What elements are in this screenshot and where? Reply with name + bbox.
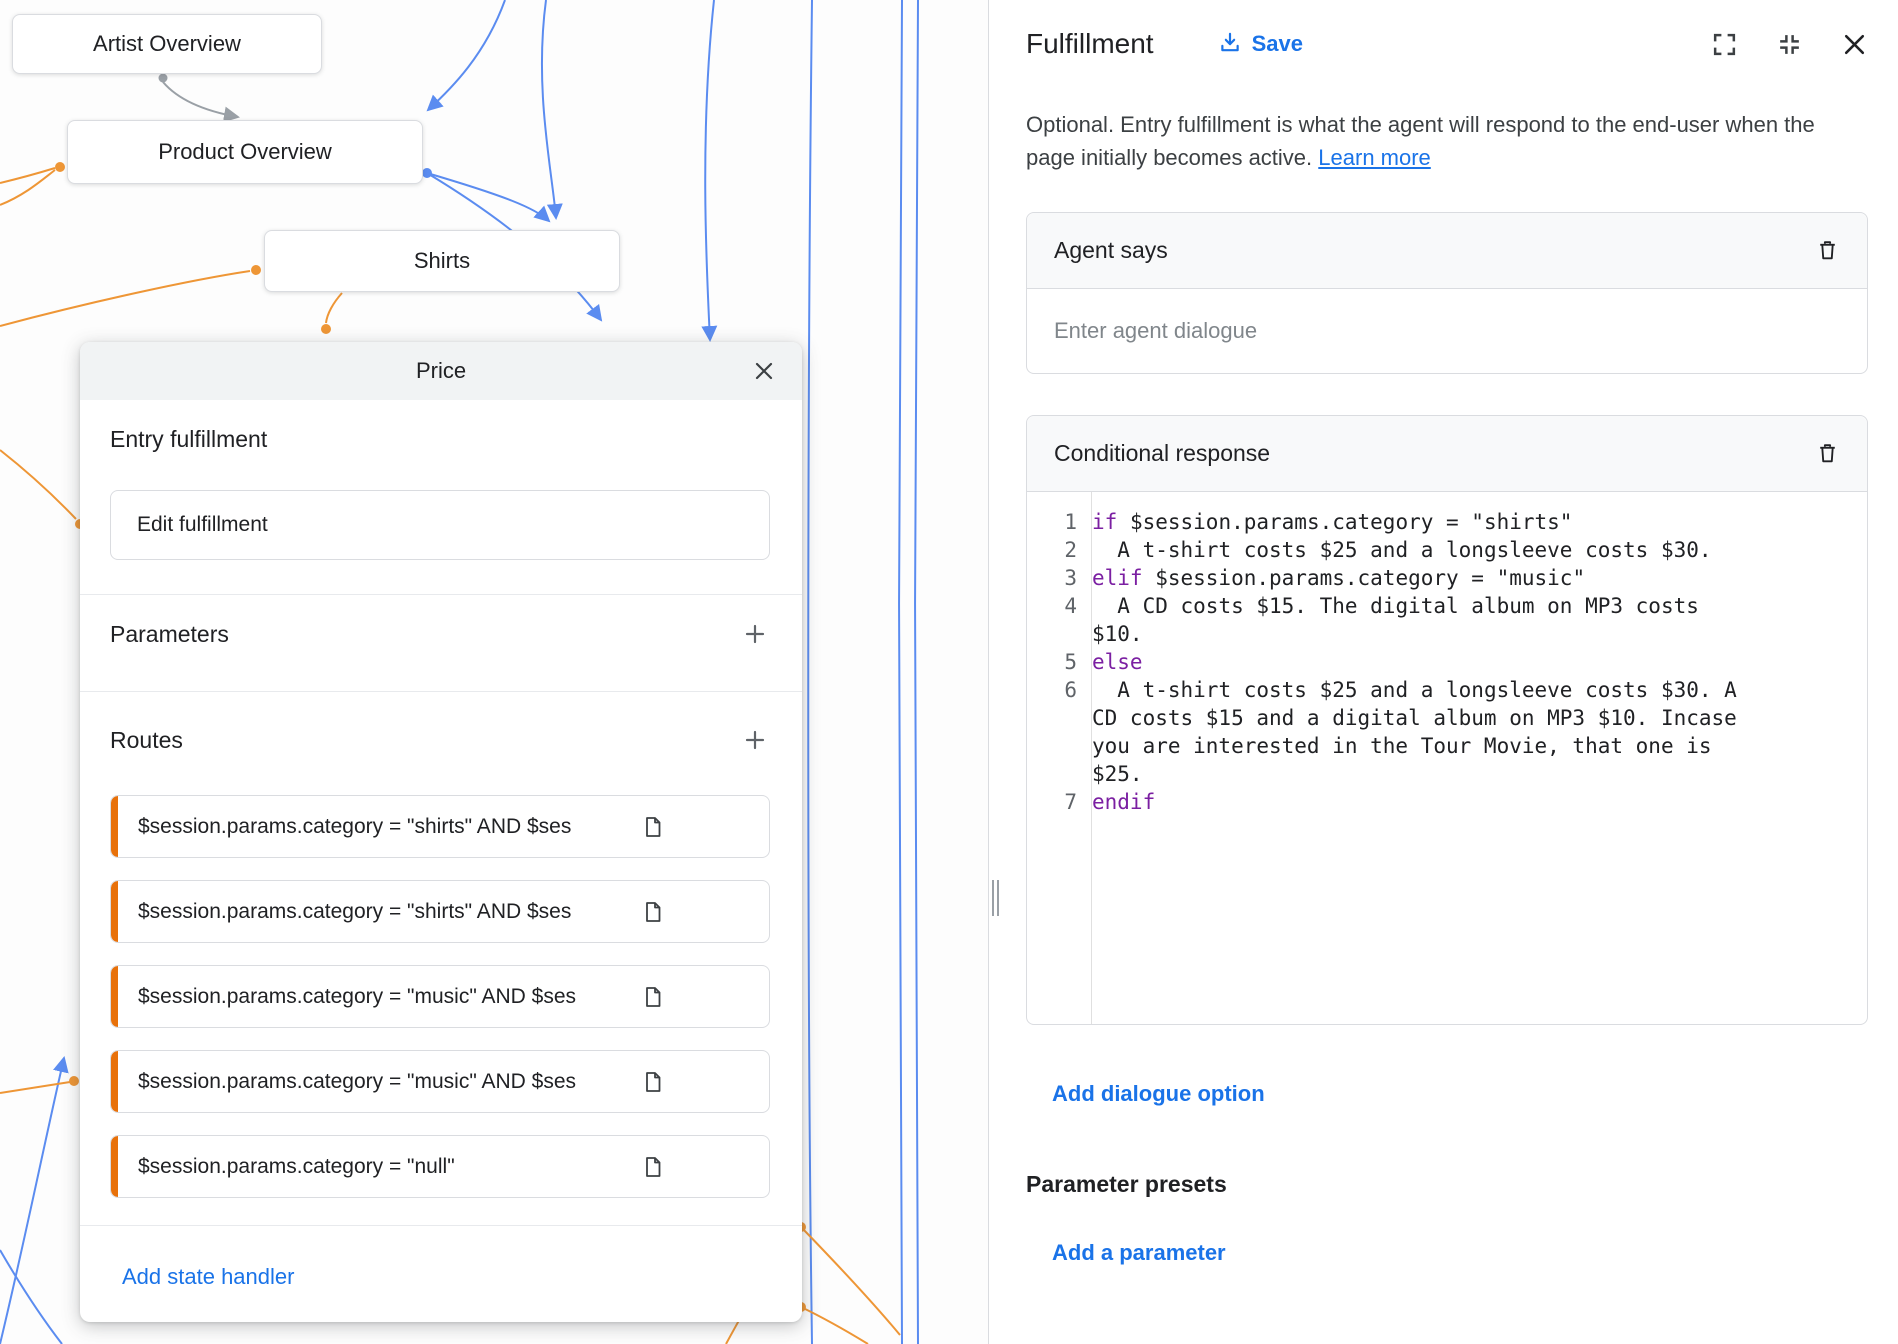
panel-splitter[interactable] [988,0,1002,1344]
add-a-parameter-button[interactable]: Add a parameter [1052,1240,1226,1266]
code-line[interactable]: 1 if $session.params.category = "shirts" [1027,508,1867,536]
flow-canvas[interactable]: Artist Overview Product Overview Shirts … [0,0,988,1344]
agent-says-header: Agent says [1027,213,1867,289]
route-condition: $session.params.category = "null" [138,1155,643,1179]
code-line-text: A CD costs $15. The digital album on MP3… [1092,592,1756,648]
route-list: $session.params.category = "shirts" AND … [110,795,770,1220]
flow-node-artist-overview[interactable]: Artist Overview [12,14,322,74]
flow-node-label: Product Overview [158,139,332,165]
add-parameter-plus-icon[interactable] [742,621,768,647]
code-line-text: elif $session.params.category = "music" [1092,564,1756,592]
parameter-presets-heading: Parameter presets [1026,1171,1868,1198]
add-route-plus-icon[interactable] [742,727,768,753]
route-accent-bar [111,966,118,1027]
agent-says-title: Agent says [1054,237,1168,264]
fulfillment-panel-header: Fulfillment Save [1026,28,1868,60]
route-accent-bar [111,796,118,857]
agent-says-body [1027,289,1867,373]
code-line-number: 7 [1027,788,1077,816]
route-condition: $session.params.category = "music" AND $… [138,985,643,1009]
flow-node-label: Artist Overview [93,31,241,57]
code-line-number: 4 [1027,592,1077,648]
code-line[interactable]: 5 else [1027,648,1867,676]
price-page-card: Price Entry fulfillment Edit fulfillment… [80,342,802,1322]
route-condition: $session.params.category = "shirts" AND … [138,900,643,924]
route-row[interactable]: $session.params.category = "music" AND $… [110,965,770,1028]
route-row[interactable]: $session.params.category = "null" [110,1135,770,1198]
learn-more-link[interactable]: Learn more [1318,145,1431,170]
flow-node-label: Shirts [414,248,470,274]
route-page-icon[interactable] [643,986,663,1008]
expand-fullscreen-icon[interactable] [1711,31,1738,58]
code-line[interactable]: 7 endif [1027,788,1867,816]
add-state-handler-button[interactable]: Add state handler [122,1264,294,1290]
flow-node-shirts[interactable]: Shirts [264,230,620,292]
route-condition: $session.params.category = "shirts" AND … [138,815,643,839]
code-line-text: endif [1092,788,1756,816]
conditional-response-card: Conditional response 1 if $session.params… [1026,415,1868,1025]
save-button[interactable]: Save [1218,30,1303,59]
route-condition: $session.params.category = "music" AND $… [138,1070,643,1094]
route-accent-bar [111,881,118,942]
divider [80,1225,802,1226]
route-page-icon[interactable] [643,1156,663,1178]
route-accent-bar [111,1136,118,1197]
code-line-number: 2 [1027,536,1077,564]
code-editor[interactable]: 1if $session.params.category = "shirts"2… [1027,492,1867,1024]
conditional-response-header: Conditional response [1027,416,1867,492]
divider [80,691,802,692]
close-panel-icon[interactable] [1841,31,1868,58]
code-line-number: 5 [1027,648,1077,676]
code-line[interactable]: 2 A t-shirt costs $25 and a longsleeve c… [1027,536,1867,564]
delete-conditional-response-icon[interactable] [1815,441,1840,466]
code-line[interactable]: 6 A t-shirt costs $25 and a longsleeve c… [1027,676,1867,788]
dialogflow-page-editor: Artist Overview Product Overview Shirts … [0,0,1898,1344]
edit-fulfillment-button[interactable]: Edit fulfillment [110,490,770,560]
price-card-header: Price [80,342,802,400]
code-line[interactable]: 4 A CD costs $15. The digital album on M… [1027,592,1867,648]
parameters-label: Parameters [110,621,229,648]
conditional-response-title: Conditional response [1054,440,1270,467]
code-line-number: 1 [1027,508,1077,536]
panel-title: Fulfillment [1026,28,1154,60]
agent-says-card: Agent says [1026,212,1868,374]
price-card-close-icon[interactable] [752,359,776,383]
collapse-fullscreen-icon[interactable] [1776,31,1803,58]
route-page-icon[interactable] [643,901,663,923]
route-page-icon[interactable] [643,1071,663,1093]
add-dialogue-option-button[interactable]: Add dialogue option [1052,1081,1265,1107]
price-card-title: Price [416,358,466,384]
code-line[interactable]: 3 elif $session.params.category = "music" [1027,564,1867,592]
route-row[interactable]: $session.params.category = "shirts" AND … [110,880,770,943]
panel-description: Optional. Entry fulfillment is what the … [1026,108,1868,174]
splitter-grip-icon[interactable] [992,880,999,916]
entry-fulfillment-label: Entry fulfillment [110,426,267,453]
edit-fulfillment-label: Edit fulfillment [137,513,268,537]
route-accent-bar [111,1051,118,1112]
flow-node-product-overview[interactable]: Product Overview [67,120,423,184]
save-label: Save [1252,31,1303,57]
code-line-text: A t-shirt costs $25 and a longsleeve cos… [1092,536,1756,564]
code-line-text: else [1092,648,1756,676]
route-row[interactable]: $session.params.category = "music" AND $… [110,1050,770,1113]
fulfillment-panel: Fulfillment Save Optional. Entry fulfill… [1002,0,1898,1344]
code-line-text: A t-shirt costs $25 and a longsleeve cos… [1092,676,1756,788]
save-icon [1218,30,1242,59]
agent-dialogue-input[interactable] [1027,318,1867,344]
divider [80,594,802,595]
delete-agent-says-icon[interactable] [1815,238,1840,263]
code-line-number: 6 [1027,676,1077,788]
route-row[interactable]: $session.params.category = "shirts" AND … [110,795,770,858]
code-line-number: 3 [1027,564,1077,592]
code-line-text: if $session.params.category = "shirts" [1092,508,1756,536]
route-page-icon[interactable] [643,816,663,838]
routes-label: Routes [110,727,183,754]
